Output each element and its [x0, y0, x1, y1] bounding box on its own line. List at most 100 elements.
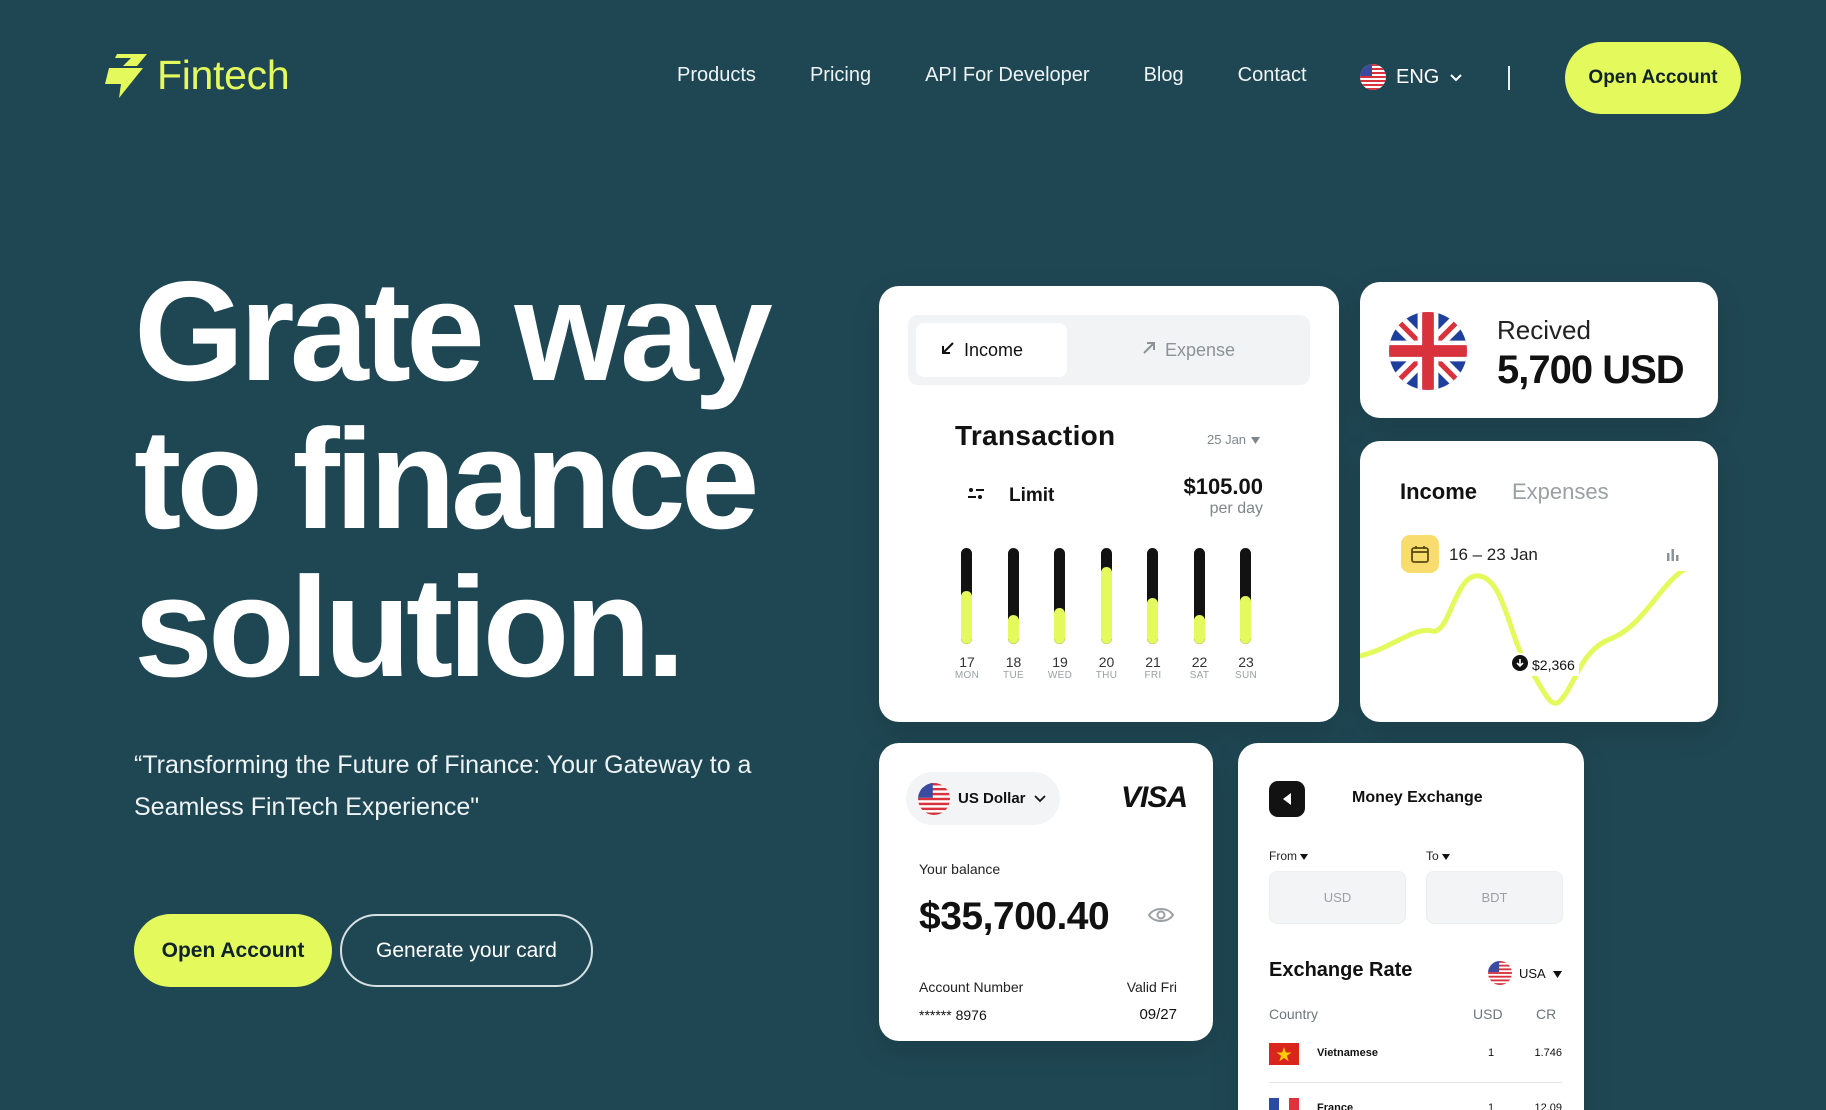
back-icon[interactable]	[1269, 781, 1305, 817]
transaction-title: Transaction	[955, 420, 1116, 451]
limit-bar	[1147, 548, 1158, 644]
caret-down-icon	[1300, 849, 1309, 863]
limit-bar	[1240, 548, 1251, 644]
arrow-down-left-icon	[940, 340, 956, 361]
open-account-button[interactable]: Open Account	[1565, 42, 1741, 114]
france-flag-icon	[1269, 1098, 1299, 1110]
nav-api[interactable]: API For Developer	[925, 64, 1090, 87]
country-name: France	[1317, 1102, 1354, 1110]
income-expense-tabs: Income Expense	[908, 315, 1310, 385]
valid-date: 09/27	[1139, 1006, 1177, 1023]
hero-title: Grate way to finance solution.	[134, 252, 773, 702]
nav-blog[interactable]: Blog	[1144, 64, 1184, 87]
limit-bar-fill	[1054, 607, 1065, 644]
from-currency-input[interactable]: USD	[1269, 871, 1406, 924]
caret-down-icon	[1251, 432, 1261, 447]
daily-bars	[961, 548, 1271, 646]
day-of-week: THU	[1095, 670, 1118, 681]
us-flag-icon	[918, 782, 950, 815]
income-expenses-card: Income Expenses 16 – 23 Jan $2,366	[1360, 441, 1718, 722]
col-cr: CR	[1536, 1006, 1557, 1022]
hero-title-line-2: to finance	[134, 400, 760, 559]
from-label-text: From	[1269, 849, 1297, 863]
col-country: Country	[1269, 1006, 1319, 1022]
eye-icon[interactable]	[1147, 905, 1175, 930]
us-flag-icon	[1360, 64, 1386, 90]
chart-value-badge: $2,366	[1508, 653, 1579, 676]
limit-bar	[1100, 548, 1112, 644]
generate-card-button[interactable]: Generate your card	[340, 914, 593, 987]
day-number: 17	[959, 654, 975, 670]
day-label: 22 SAT	[1180, 654, 1220, 681]
nav-contact[interactable]: Contact	[1238, 64, 1307, 87]
arrow-up-right-icon	[1141, 340, 1157, 361]
limit-bar-fill	[1147, 597, 1158, 644]
limit-bar-fill	[1100, 567, 1112, 644]
logo[interactable]: Fintech	[103, 52, 290, 99]
nav-divider	[1508, 66, 1510, 90]
limit-bar-fill	[1240, 596, 1251, 644]
cr-value: 1.746	[1534, 1047, 1562, 1059]
limit-bar	[1193, 548, 1205, 644]
day-label: 21 FRI	[1133, 654, 1173, 681]
tab-income[interactable]: Income	[916, 323, 1067, 377]
nav-products[interactable]: Products	[677, 64, 756, 87]
brand-name: Fintech	[157, 52, 290, 98]
tab-income-label: Income	[964, 339, 1024, 360]
currency-label: US Dollar	[958, 790, 1026, 807]
uk-flag-icon	[1389, 312, 1467, 390]
day-number: 18	[1005, 654, 1022, 670]
region-selector[interactable]: USA	[1488, 961, 1562, 985]
us-flag-icon	[1488, 961, 1512, 985]
tab-income-chart[interactable]: Income	[1400, 479, 1477, 505]
badge-value: $2,366	[1532, 656, 1575, 673]
visa-logo: VISA	[1120, 781, 1188, 814]
valid-label: Valid Fri	[1126, 979, 1177, 995]
bar-chart-icon[interactable]	[1666, 547, 1680, 566]
limit-bar	[961, 548, 972, 644]
table-row: Vietnamese 1 1.746	[1269, 1043, 1562, 1073]
language-selector[interactable]: ENG	[1360, 64, 1463, 90]
limit-bar-fill	[1007, 615, 1019, 644]
country-name: Vietnamese	[1317, 1047, 1378, 1059]
day-number: 22	[1191, 654, 1208, 670]
day-number: 20	[1098, 654, 1115, 670]
day-of-week: WED	[1047, 670, 1073, 681]
date-dropdown[interactable]: 25 Jan	[1207, 432, 1261, 447]
day-label: 19 WED	[1040, 654, 1080, 681]
table-row: France 1 12.09	[1269, 1098, 1562, 1110]
to-label-text: To	[1426, 849, 1439, 863]
limit-amount: $105.00	[1183, 474, 1263, 499]
limit-period: per day	[1209, 500, 1263, 517]
from-label[interactable]: From	[1269, 849, 1309, 863]
caret-down-icon	[1442, 849, 1451, 863]
to-currency-input[interactable]: BDT	[1426, 871, 1563, 924]
tab-expenses-chart[interactable]: Expenses	[1512, 479, 1609, 505]
money-exchange-card: Money Exchange From To USD BDT Exchange …	[1238, 743, 1584, 1110]
tab-expense[interactable]: Expense	[1141, 323, 1235, 377]
nav-pricing[interactable]: Pricing	[810, 64, 871, 87]
hero-title-line-1: Grate way	[134, 252, 773, 411]
exchange-title: Money Exchange	[1352, 789, 1483, 806]
col-usd: USD	[1473, 1006, 1503, 1022]
hero-subtitle: “Transforming the Future of Finance: You…	[134, 751, 752, 821]
calendar-icon[interactable]	[1401, 535, 1439, 573]
limit-label: Limit	[1009, 485, 1055, 506]
day-label: 23 SUN	[1226, 654, 1266, 681]
hero-open-account-button[interactable]: Open Account	[134, 914, 332, 987]
balance-amount: $35,700.40	[919, 895, 1110, 938]
arrow-down-circle-icon	[1512, 655, 1528, 674]
day-label: 20 THU	[1087, 654, 1127, 681]
income-curve	[1360, 571, 1687, 706]
received-card: Recived 5,700 USD	[1360, 282, 1718, 418]
date-range: 16 – 23 Jan	[1449, 545, 1538, 564]
cr-value: 12.09	[1534, 1102, 1562, 1110]
usd-value: 1	[1488, 1047, 1495, 1059]
exchange-rate-title: Exchange Rate	[1269, 959, 1413, 981]
account-number-label: Account Number	[919, 979, 1024, 995]
day-of-week: TUE	[1003, 670, 1024, 681]
tab-expense-label: Expense	[1165, 339, 1236, 360]
to-label[interactable]: To	[1426, 849, 1451, 863]
day-label: 17 MON	[947, 654, 987, 681]
currency-selector[interactable]: US Dollar	[906, 772, 1060, 825]
